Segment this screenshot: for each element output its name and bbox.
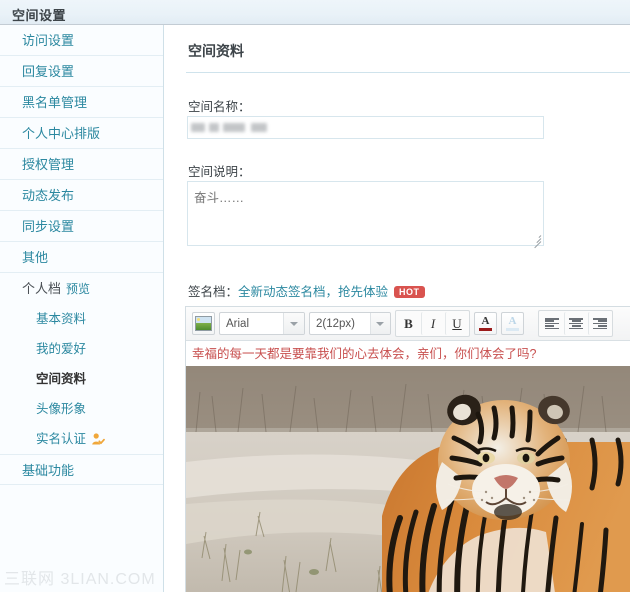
space-name-input[interactable] xyxy=(187,116,544,139)
bold-icon: B xyxy=(404,315,413,331)
sidebar-item-label: 基础功能 xyxy=(22,463,75,478)
align-left-button[interactable] xyxy=(540,312,563,335)
sidebar-item-label: 黑名单管理 xyxy=(22,95,88,110)
editor-headline-text: 幸福的每一天都是要靠我们的心去体会，亲们，你们体会了吗? xyxy=(192,347,537,361)
sidebar-item-basic-functions[interactable]: 基础功能 xyxy=(0,454,163,485)
picture-icon xyxy=(195,316,212,331)
window-titlebar: 空间设置 xyxy=(0,0,630,25)
sidebar-item-personal-center-layout[interactable]: 个人中心排版 xyxy=(0,118,163,149)
chevron-down-icon xyxy=(283,313,304,334)
sidebar-item-label: 我的爱好 xyxy=(36,342,87,356)
sidebar-item-status-publish[interactable]: 动态发布 xyxy=(0,180,163,211)
hot-badge: HOT xyxy=(394,286,425,298)
text-color-button[interactable]: A xyxy=(474,312,497,335)
verified-user-icon xyxy=(91,427,105,445)
insert-image-button[interactable] xyxy=(192,312,215,335)
sidebar-item-label: 空间资料 xyxy=(36,372,87,386)
sidebar-item-reply-settings[interactable]: 回复设置 xyxy=(0,56,163,87)
tiger-photo[interactable] xyxy=(186,366,630,592)
main-content: 空间资料 空间名称： 空间说明： 签名档：全新动态签名档，抢先体验 HOT xyxy=(165,25,630,592)
chevron-down-icon xyxy=(369,313,390,334)
align-right-icon xyxy=(593,318,607,329)
sidebar-item-label: 回复设置 xyxy=(22,64,75,79)
underline-icon: U xyxy=(452,315,462,331)
sidebar-item-other[interactable]: 其他 xyxy=(0,242,163,273)
sidebar-group-personal-profile[interactable]: 个人档 预览 xyxy=(0,273,163,304)
sidebar-item-label: 授权管理 xyxy=(22,157,75,172)
underline-button[interactable]: U xyxy=(445,312,468,335)
title-divider xyxy=(186,72,630,73)
font-size-select[interactable]: 2(12px) xyxy=(309,312,391,335)
sidebar-item-avatar-image[interactable]: 头像形象 xyxy=(0,394,163,424)
editor-canvas[interactable]: 幸福的每一天都是要靠我们的心去体会，亲们，你们体会了吗? xyxy=(186,341,630,592)
italic-icon: I xyxy=(430,315,436,331)
sidebar-item-label: 个人中心排版 xyxy=(22,126,101,141)
sidebar-item-label: 其他 xyxy=(22,250,49,265)
sidebar-item-real-name-verification[interactable]: 实名认证 xyxy=(0,424,163,454)
alignment-group xyxy=(538,310,613,337)
align-left-icon xyxy=(544,318,559,329)
sidebar-item-blacklist-management[interactable]: 黑名单管理 xyxy=(0,87,163,118)
font-size-value: 2(12px) xyxy=(316,317,355,330)
bold-button[interactable]: B xyxy=(397,312,420,335)
page-title: 空间资料 xyxy=(188,43,244,59)
sidebar-item-authorization-management[interactable]: 授权管理 xyxy=(0,149,163,180)
sidebar-group-label: 个人档 xyxy=(22,281,62,296)
signature-editor: Arial 2(12px) B I U A A 幸福的每一天都是要靠我们的心去体… xyxy=(185,306,630,592)
space-desc-textarea[interactable] xyxy=(187,181,544,246)
window-title: 空间设置 xyxy=(12,8,67,23)
space-settings-window: 空间设置 访问设置 回复设置 黑名单管理 个人中心排版 授权管理 动态发布 同步… xyxy=(0,0,630,592)
align-right-button[interactable] xyxy=(588,312,611,335)
sidebar-item-label: 动态发布 xyxy=(22,188,75,203)
background-color-button[interactable]: A xyxy=(501,312,524,335)
sidebar-item-label: 实名认证 xyxy=(36,432,87,446)
font-family-select[interactable]: Arial xyxy=(219,312,305,335)
italic-button[interactable]: I xyxy=(421,312,444,335)
sidebar-item-label: 同步设置 xyxy=(22,219,75,234)
signature-link[interactable]: 全新动态签名档，抢先体验 xyxy=(238,285,388,299)
sidebar-item-label: 访问设置 xyxy=(22,33,75,48)
sidebar-preview-link[interactable]: 预览 xyxy=(66,282,90,296)
text-style-group: B I U xyxy=(395,310,470,337)
sidebar: 访问设置 回复设置 黑名单管理 个人中心排版 授权管理 动态发布 同步设置 其他… xyxy=(0,25,164,592)
font-family-value: Arial xyxy=(226,317,250,330)
align-center-button[interactable] xyxy=(564,312,587,335)
sidebar-item-space-info[interactable]: 空间资料 xyxy=(0,364,163,394)
sidebar-item-basic-info[interactable]: 基本资料 xyxy=(0,304,163,334)
space-desc-label: 空间说明： xyxy=(188,165,251,179)
align-center-icon xyxy=(569,318,583,329)
space-name-label: 空间名称： xyxy=(188,100,251,114)
background-color-icon: A xyxy=(506,316,519,331)
font-color-icon: A xyxy=(479,316,492,331)
sidebar-item-sync-settings[interactable]: 同步设置 xyxy=(0,211,163,242)
sidebar-item-label: 头像形象 xyxy=(36,402,87,416)
sidebar-item-my-hobbies[interactable]: 我的爱好 xyxy=(0,334,163,364)
signature-label: 签名档： xyxy=(188,285,239,299)
sidebar-item-access-settings[interactable]: 访问设置 xyxy=(0,25,163,56)
sidebar-item-label: 基本资料 xyxy=(36,312,87,326)
signature-row: 签名档：全新动态签名档，抢先体验 HOT xyxy=(188,281,425,300)
editor-toolbar: Arial 2(12px) B I U A A xyxy=(186,307,630,341)
